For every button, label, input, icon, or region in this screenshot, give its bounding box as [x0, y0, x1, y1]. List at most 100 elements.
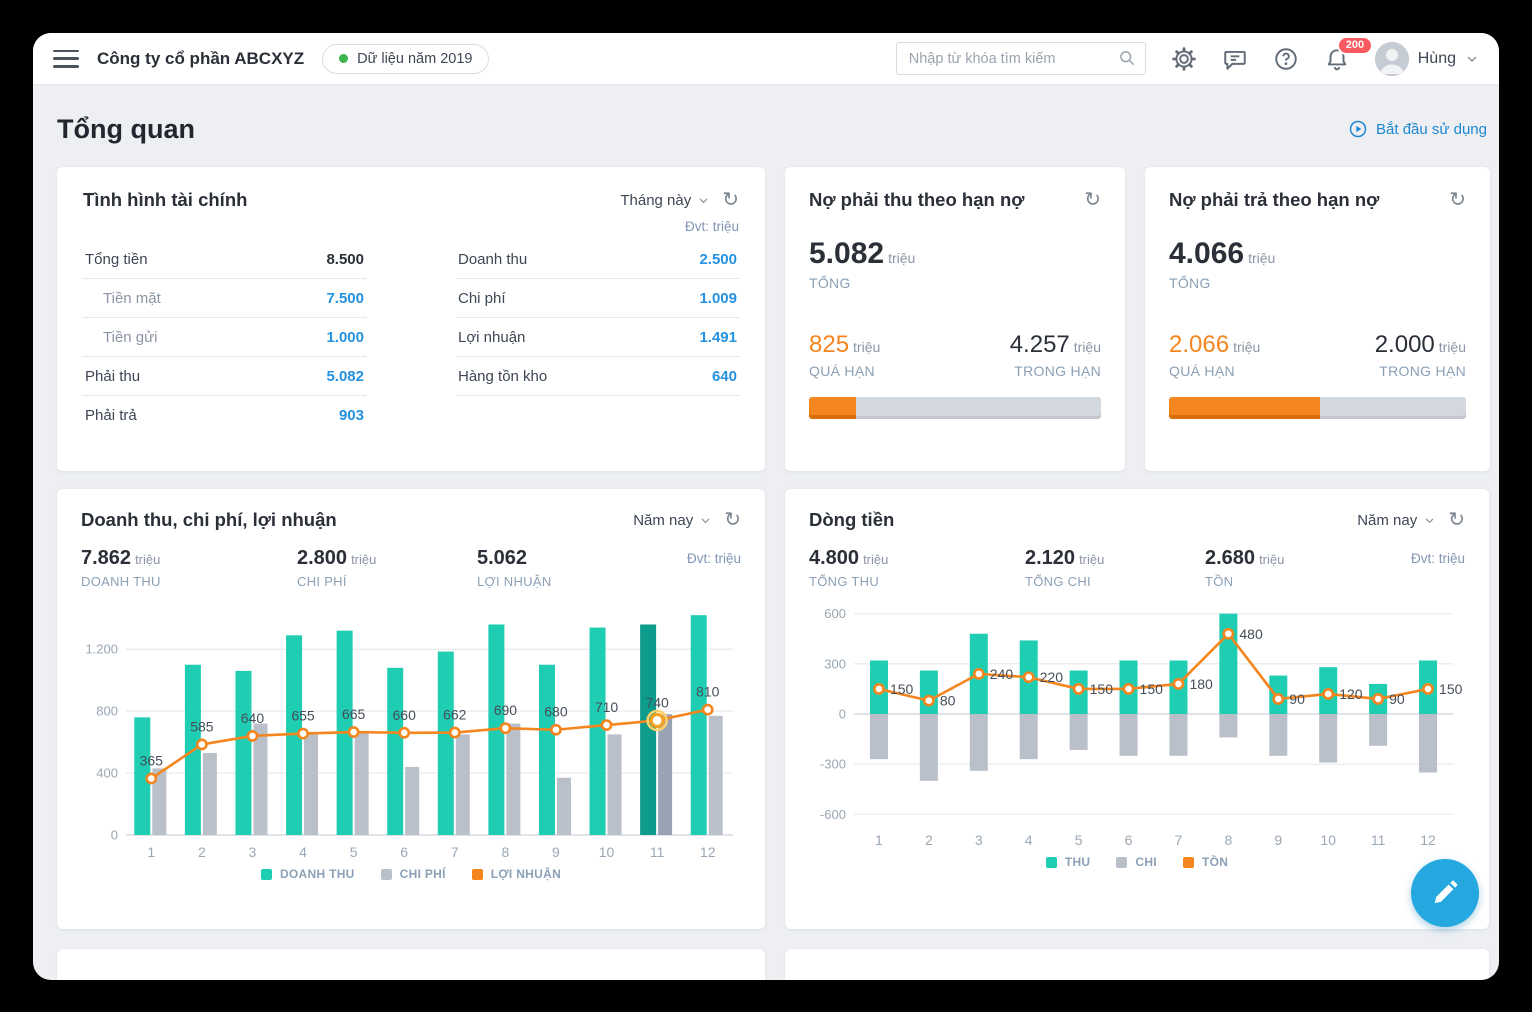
legend-item[interactable]: LỢI NHUẬN [472, 867, 561, 881]
svg-text:655: 655 [291, 708, 315, 724]
svg-text:740: 740 [645, 694, 669, 710]
legend-swatch [472, 869, 483, 880]
edit-fab-button[interactable] [1411, 859, 1479, 927]
page-header: Tổng quan Bắt đầu sử dụng [33, 85, 1499, 151]
svg-text:0: 0 [839, 707, 846, 722]
total-label: TỔNG [809, 275, 1101, 291]
cashflow-stats: 4.800triệuTỔNG THU2.120triệuTỔNG CHI2.68… [809, 547, 1465, 589]
legend-item[interactable]: THU [1046, 855, 1091, 869]
finance-row-value[interactable]: 1.491 [699, 329, 737, 346]
legend-item[interactable]: TỒN [1183, 855, 1228, 869]
cashflow-legend: THU CHI TỒN [809, 855, 1465, 869]
legend-item[interactable]: CHI PHÍ [381, 867, 446, 881]
card-title: Nợ phải trả theo hạn nợ [1169, 189, 1379, 211]
total-label: TỔNG [1169, 275, 1466, 291]
topbar-right: 200 Hùng [896, 42, 1479, 76]
period-label: Năm nay [633, 512, 693, 529]
search-input[interactable] [896, 42, 1146, 75]
legend-label: CHI [1135, 855, 1157, 869]
svg-text:7: 7 [451, 844, 459, 860]
stat-block: 2.680triệuTỒN [1205, 547, 1284, 589]
refresh-icon[interactable]: ↻ [1448, 510, 1465, 530]
svg-text:11: 11 [650, 844, 665, 860]
interm-block: 4.257triệu TRONG HẠN [1010, 331, 1101, 379]
svg-text:150: 150 [890, 681, 914, 697]
finance-row: Tổng tiền8.500 [83, 240, 366, 279]
finance-row-value[interactable]: 2.500 [699, 251, 737, 268]
help-icon[interactable] [1273, 46, 1299, 72]
refresh-icon[interactable]: ↻ [724, 510, 741, 530]
svg-text:240: 240 [990, 666, 1014, 682]
avatar[interactable] [1375, 42, 1409, 76]
svg-text:4: 4 [1025, 832, 1033, 848]
finance-row-label: Doanh thu [458, 251, 527, 268]
finance-row: Phải thu5.082 [83, 357, 366, 396]
refresh-icon[interactable]: ↻ [1084, 190, 1101, 210]
refresh-icon[interactable]: ↻ [1449, 190, 1466, 210]
card-title: Dòng tiền [809, 509, 894, 531]
cashflow-chart[interactable]: -600-30003006001508024022015015018048090… [809, 593, 1465, 853]
user-menu[interactable]: Hùng [1375, 42, 1479, 76]
search-icon[interactable] [1117, 48, 1137, 68]
finance-row-value[interactable]: 1.009 [699, 290, 737, 307]
finance-row: Tiền mặt 7.500 [83, 279, 366, 318]
svg-text:220: 220 [1040, 669, 1064, 685]
svg-text:8: 8 [501, 844, 509, 860]
finance-row-value[interactable]: 5.082 [326, 368, 364, 385]
finance-row: Doanh thu 2.500 [456, 240, 739, 279]
refresh-icon[interactable]: ↻ [722, 190, 739, 210]
period-dropdown[interactable]: Năm nay [1357, 512, 1436, 529]
finance-row-value[interactable]: 7.500 [326, 290, 364, 307]
svg-text:-300: -300 [820, 757, 846, 772]
svg-text:0: 0 [111, 828, 118, 843]
svg-text:662: 662 [443, 707, 467, 723]
card-title: Nợ phải thu theo hạn nợ [809, 189, 1024, 211]
interm-block: 2.000triệu TRONG HẠN [1375, 331, 1466, 379]
svg-text:2: 2 [198, 844, 206, 860]
svg-text:690: 690 [494, 702, 518, 718]
finance-row-value: 8.500 [326, 251, 364, 268]
svg-text:2: 2 [925, 832, 933, 848]
finance-row-value[interactable]: 903 [339, 407, 364, 424]
finance-row-value[interactable]: 640 [712, 368, 737, 385]
svg-text:7: 7 [1175, 832, 1183, 848]
legend-swatch [1183, 857, 1194, 868]
dataset-year-pill[interactable]: Dữ liệu năm 2019 [322, 44, 489, 74]
card-title: Tình hình tài chính [83, 189, 247, 211]
payables-card: Nợ phải trả theo hạn nợ ↻ 4.066triệu TỔN… [1145, 167, 1490, 471]
svg-text:12: 12 [700, 844, 716, 860]
finance-row-label: Tiền mặt [85, 290, 161, 307]
svg-text:6: 6 [1125, 832, 1133, 848]
cards-row-2: Doanh thu, chi phí, lợi nhuận Năm nay ↻ [57, 489, 1490, 929]
svg-text:9: 9 [552, 844, 560, 860]
svg-text:680: 680 [544, 704, 568, 720]
menu-icon[interactable] [53, 49, 79, 69]
search-box [896, 42, 1146, 75]
svg-text:4: 4 [299, 844, 307, 860]
finance-row-value[interactable]: 1.000 [326, 329, 364, 346]
finance-row-label: Lợi nhuận [458, 329, 525, 346]
legend-item[interactable]: DOANH THU [261, 867, 355, 881]
legend-label: THU [1065, 855, 1091, 869]
chevron-down-icon [697, 194, 710, 207]
period-dropdown[interactable]: Tháng này [620, 192, 710, 209]
finance-row: Lợi nhuận 1.491 [456, 318, 739, 357]
topbar: Công ty cổ phần ABCXYZ Dữ liệu năm 2019 [33, 33, 1499, 85]
overdue-block: 2.066triệu QUÁ HẠN [1169, 331, 1260, 379]
chevron-down-icon [1465, 52, 1479, 66]
settings-gear-icon[interactable] [1171, 46, 1197, 72]
svg-text:710: 710 [595, 699, 619, 715]
revenue-chart[interactable]: 04008001.2003655856406556656606626906807… [81, 593, 741, 865]
start-guide-link[interactable]: Bắt đầu sử dụng [1348, 119, 1487, 139]
svg-text:3: 3 [249, 844, 257, 860]
period-label: Năm nay [1357, 512, 1417, 529]
svg-text:150: 150 [1439, 681, 1463, 697]
period-dropdown[interactable]: Năm nay [633, 512, 712, 529]
svg-text:640: 640 [241, 710, 265, 726]
legend-item[interactable]: CHI [1116, 855, 1157, 869]
company-name: Công ty cổ phần ABCXYZ [97, 49, 304, 69]
unit-note: Đvt: triệu [1411, 547, 1465, 566]
chat-icon[interactable] [1222, 46, 1248, 72]
finance-row-label: Hàng tồn kho [458, 368, 547, 385]
svg-text:365: 365 [140, 753, 164, 769]
